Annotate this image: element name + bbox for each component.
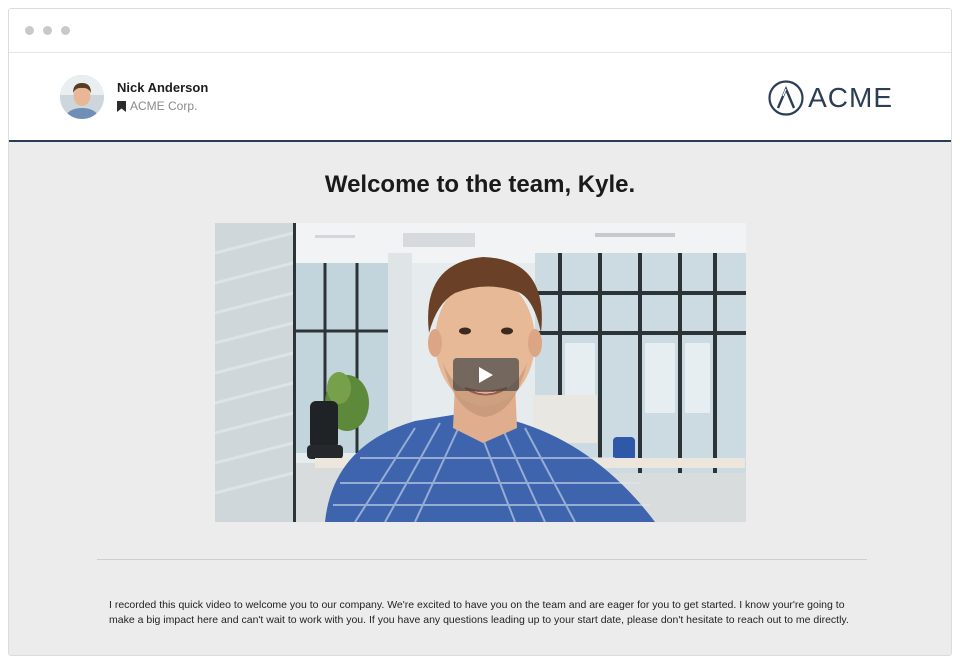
- play-button[interactable]: [453, 358, 519, 391]
- sender-name: Nick Anderson: [117, 80, 209, 95]
- acme-logo: ACME: [768, 80, 893, 116]
- window-dot-minimize[interactable]: [43, 26, 52, 35]
- sender-company: ACME Corp.: [117, 99, 197, 113]
- bookmark-icon: [117, 100, 126, 112]
- page-title: Welcome to the team, Kyle.: [324, 171, 636, 198]
- browser-window: Nick Anderson ACME Corp. ACME Welcome to…: [8, 8, 952, 656]
- sender-company-label: ACME Corp.: [130, 99, 198, 113]
- acme-logo-icon: [768, 80, 804, 116]
- avatar: [60, 75, 104, 119]
- welcome-message: I recorded this quick video to welcome y…: [109, 599, 849, 626]
- email-header: Nick Anderson ACME Corp. ACME: [9, 53, 951, 142]
- window-dot-maximize[interactable]: [61, 26, 70, 35]
- acme-logo-text: ACME: [808, 82, 893, 113]
- window-dot-close[interactable]: [25, 26, 34, 35]
- content-divider: [97, 559, 867, 560]
- play-icon: [479, 366, 493, 383]
- video-player[interactable]: [215, 223, 746, 522]
- window-chrome: [9, 9, 951, 53]
